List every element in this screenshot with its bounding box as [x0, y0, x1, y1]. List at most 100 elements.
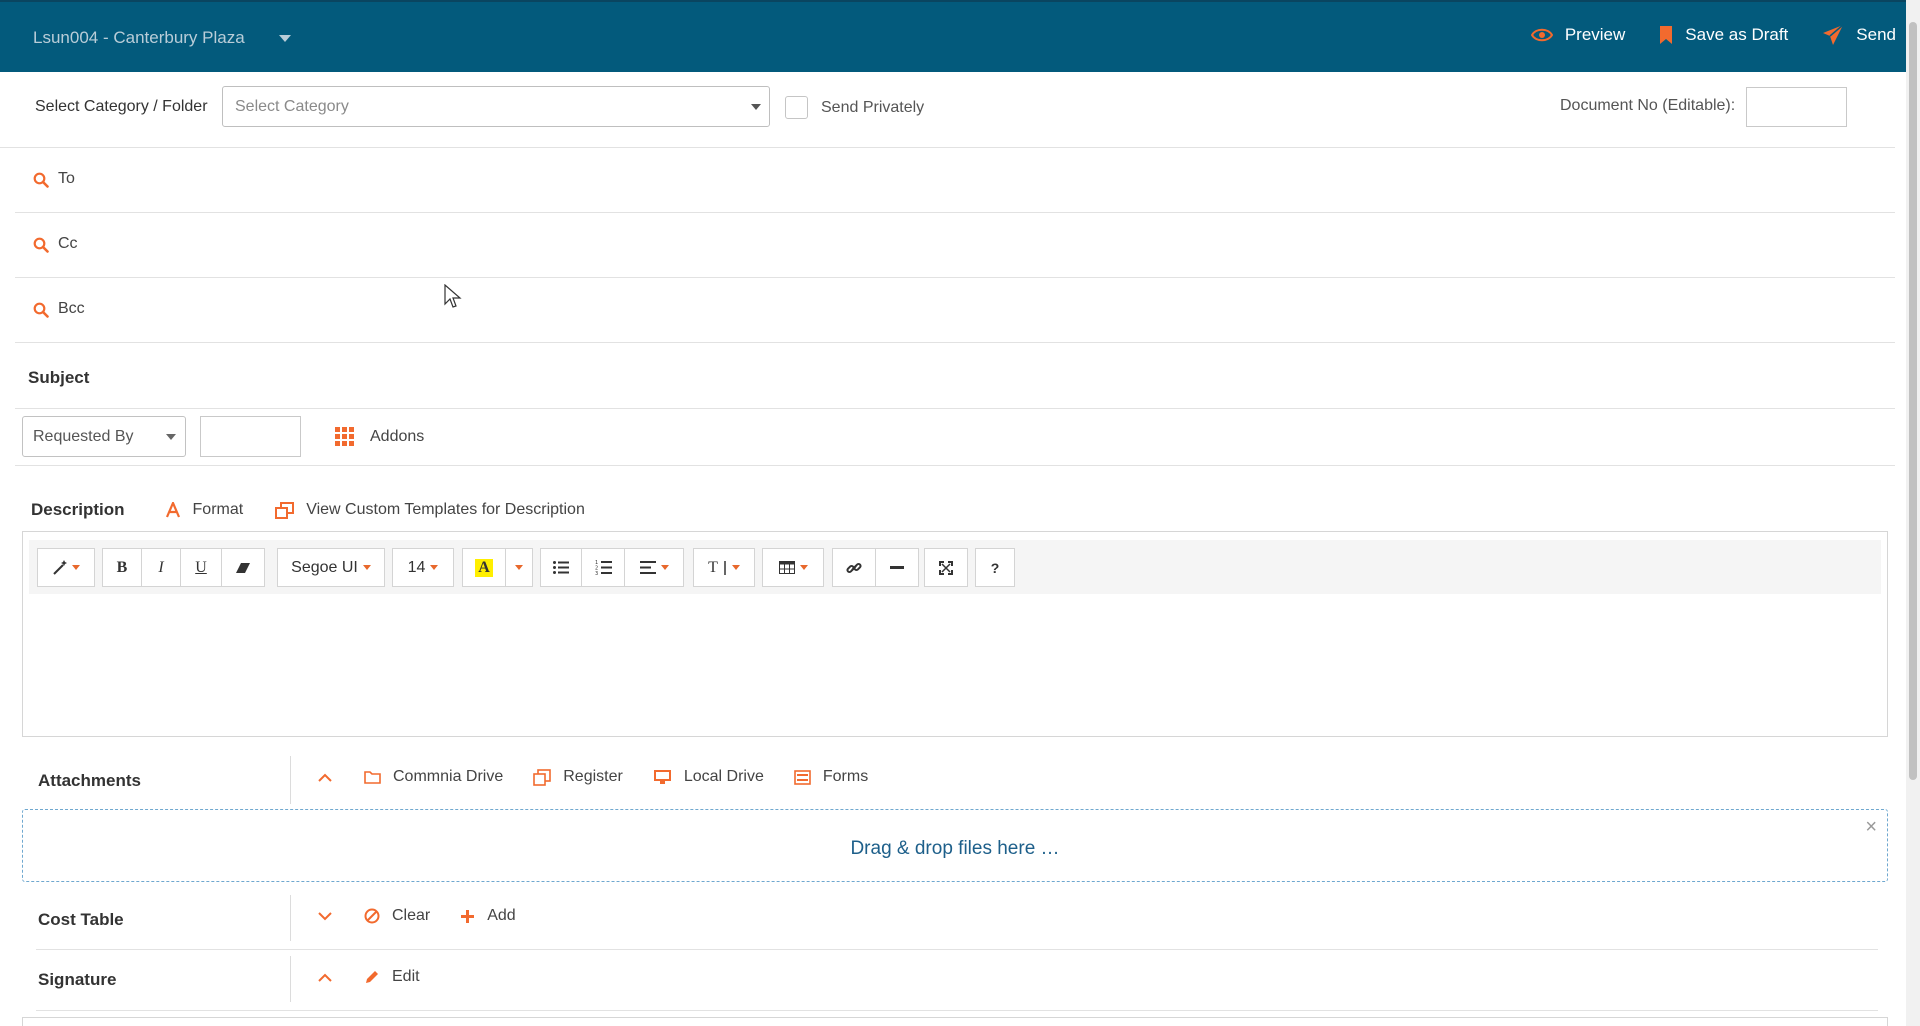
templates-icon	[275, 501, 295, 519]
category-label: Select Category / Folder	[35, 98, 208, 115]
bcc-field[interactable]: Bcc	[15, 278, 1895, 343]
send-label: Send	[1856, 25, 1896, 44]
description-editor[interactable]: B I U Segoe UI 14 A 123 T ?	[22, 531, 1888, 737]
italic-button[interactable]: I	[141, 548, 181, 587]
subject-field[interactable]: Subject	[15, 344, 1895, 409]
highlight-color-button[interactable]: A	[462, 548, 506, 587]
save-draft-label: Save as Draft	[1685, 25, 1789, 44]
project-name: Lsun004 - Canterbury Plaza	[33, 28, 245, 47]
register-icon	[533, 768, 552, 786]
horizontal-rule-button[interactable]	[875, 548, 919, 587]
chevron-down-icon	[660, 565, 669, 570]
chevron-down-icon	[72, 565, 80, 570]
forms-label: Forms	[822, 768, 869, 785]
divider	[290, 756, 291, 804]
preview-label: Preview	[1564, 25, 1626, 44]
scrollbar[interactable]	[1906, 0, 1920, 1026]
attachments-title: Attachments	[38, 771, 141, 790]
grid-icon	[335, 427, 354, 446]
addons-button[interactable]: Addons	[335, 427, 424, 446]
send-privately-label: Send Privately	[821, 99, 925, 116]
close-icon[interactable]: ×	[1865, 816, 1877, 839]
bullet-list-button[interactable]	[540, 548, 582, 587]
underline-button[interactable]: U	[180, 548, 222, 587]
chevron-down-icon	[799, 565, 808, 570]
font-family-value: Segoe UI	[291, 558, 358, 576]
help-button[interactable]: ?	[975, 548, 1015, 587]
bcc-label: Bcc	[58, 300, 85, 317]
signature-collapse-button[interactable]	[318, 973, 332, 982]
paragraph-align-select[interactable]	[624, 548, 684, 587]
save-draft-button[interactable]: Save as Draft	[1659, 25, 1788, 45]
divider	[290, 895, 291, 941]
send-privately-checkbox[interactable]	[785, 96, 808, 119]
register-button[interactable]: Register	[533, 768, 623, 786]
table-select[interactable]	[762, 548, 824, 587]
magic-wand-icon	[53, 560, 67, 575]
category-row: Select Category / Folder Select Category…	[0, 72, 1895, 148]
forms-icon	[794, 769, 811, 785]
chevron-down-icon	[515, 565, 523, 570]
edit-signature-button[interactable]: Edit	[364, 968, 420, 986]
signature-title: Signature	[38, 970, 117, 989]
send-button[interactable]: Send	[1822, 24, 1896, 46]
chevron-down-icon	[278, 34, 291, 42]
cost-table-actions: Clear Add	[318, 907, 546, 925]
numbered-list-button[interactable]: 123	[581, 548, 625, 587]
clear-format-button[interactable]	[221, 548, 265, 587]
divider	[290, 956, 291, 1002]
eraser-icon	[236, 562, 250, 573]
clear-label: Clear	[392, 907, 431, 924]
numbered-list-icon: 123	[595, 560, 612, 575]
category-select[interactable]: Select Category	[222, 86, 770, 127]
to-label: To	[58, 170, 75, 187]
header-actions: Preview Save as Draft Send	[1530, 24, 1896, 46]
font-family-select[interactable]: Segoe UI	[277, 548, 385, 587]
chevron-down-icon	[362, 565, 371, 570]
editor-toolbar: B I U Segoe UI 14 A 123 T ?	[29, 540, 1881, 594]
requested-by-select[interactable]: Requested By	[22, 416, 186, 457]
link-button[interactable]	[832, 548, 876, 587]
local-drive-button[interactable]: Local Drive	[653, 768, 764, 786]
requested-by-input[interactable]	[200, 416, 301, 457]
subject-label: Subject	[28, 368, 90, 387]
category-placeholder: Select Category	[235, 98, 349, 115]
cost-table-expand-button[interactable]	[318, 911, 332, 921]
to-field[interactable]: To	[15, 148, 1895, 213]
commnia-drive-button[interactable]: Commnia Drive	[364, 768, 503, 786]
folder-icon	[364, 771, 381, 784]
scrollbar-thumb[interactable]	[1909, 22, 1917, 780]
bold-button[interactable]: B	[102, 548, 142, 587]
search-icon	[33, 237, 49, 253]
bookmark-icon	[1660, 26, 1673, 44]
custom-templates-button[interactable]: View Custom Templates for Description	[275, 501, 585, 519]
chevron-down-icon	[751, 104, 761, 110]
clear-button[interactable]: Clear	[364, 907, 430, 925]
description-title: Description	[31, 500, 125, 519]
custom-templates-label: View Custom Templates for Description	[306, 501, 585, 518]
line-height-select[interactable]: T	[693, 548, 755, 587]
fullscreen-button[interactable]	[924, 548, 968, 587]
horizontal-rule-icon	[890, 565, 904, 569]
highlight-color-dropdown[interactable]	[505, 548, 533, 587]
preview-button[interactable]: Preview	[1530, 25, 1626, 45]
link-icon	[846, 562, 862, 573]
highlight-icon: A	[475, 558, 493, 577]
font-size-value: 14	[407, 558, 426, 576]
chevron-down-icon	[318, 911, 332, 920]
edit-label: Edit	[392, 968, 420, 985]
attachments-collapse-button[interactable]	[318, 773, 332, 782]
style-button[interactable]	[37, 548, 95, 587]
file-dropzone[interactable]: Drag & drop files here … ×	[22, 809, 1888, 882]
add-button[interactable]: Add	[460, 907, 516, 925]
divider	[36, 949, 1878, 950]
bullet-list-icon	[553, 561, 569, 574]
project-selector[interactable]: Lsun004 - Canterbury Plaza	[33, 28, 291, 48]
line-height-label: T	[708, 558, 718, 576]
document-no-input[interactable]	[1746, 87, 1847, 127]
register-label: Register	[563, 768, 623, 785]
font-size-select[interactable]: 14	[392, 548, 454, 587]
format-button[interactable]: Format	[165, 501, 243, 519]
forms-button[interactable]: Forms	[794, 768, 868, 786]
cc-field[interactable]: Cc	[15, 213, 1895, 278]
